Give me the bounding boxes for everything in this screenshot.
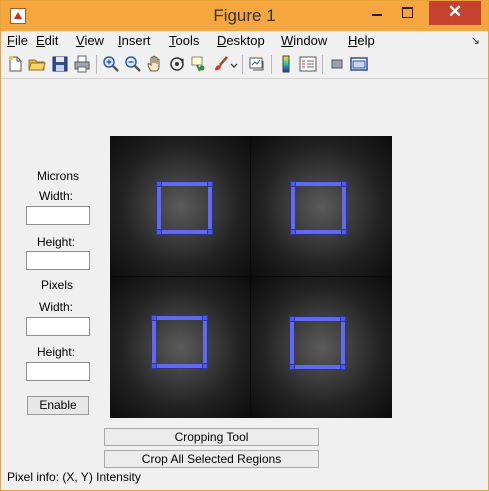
cropping-tool-button[interactable]: Cropping Tool — [104, 428, 319, 446]
menu-edit[interactable]: Edit — [36, 33, 58, 48]
menu-view[interactable]: View — [76, 33, 104, 48]
toolbar-separator — [322, 55, 323, 74]
zoom-out-icon[interactable] — [124, 55, 142, 73]
pixels-height-label: Height: — [37, 345, 76, 359]
roi-handle[interactable] — [289, 364, 295, 370]
minimize-button[interactable] — [363, 1, 391, 25]
roi-rectangle[interactable] — [289, 316, 346, 370]
new-figure-icon[interactable] — [6, 55, 24, 73]
menu-file[interactable]: File — [7, 33, 28, 48]
link-plot-icon[interactable] — [248, 55, 266, 73]
menu-bar: File Edit View Insert Tools Desktop Wind… — [1, 31, 488, 51]
colorbar-icon[interactable] — [277, 55, 295, 73]
roi-handle[interactable] — [207, 181, 213, 187]
roi-handle[interactable] — [156, 181, 162, 187]
show-plot-tools-icon[interactable] — [350, 55, 368, 73]
toolbar-separator — [96, 55, 97, 74]
microns-width-label: Width: — [39, 189, 74, 203]
toolbar-separator — [242, 55, 243, 74]
menu-tools[interactable]: Tools — [169, 33, 199, 48]
open-file-icon[interactable] — [28, 55, 46, 73]
brush-dropdown-icon[interactable] — [230, 55, 238, 73]
roi-handle[interactable] — [202, 363, 208, 369]
brush-icon[interactable] — [212, 55, 230, 73]
menu-help[interactable]: Help — [348, 33, 375, 48]
roi-handle[interactable] — [341, 181, 347, 187]
toolbar-separator — [271, 55, 272, 74]
roi-handle[interactable] — [202, 315, 208, 321]
menu-overflow-icon[interactable]: ↘ — [471, 34, 480, 47]
roi-handle[interactable] — [156, 229, 162, 235]
microns-height-field[interactable] — [26, 251, 90, 270]
microns-height-label: Height: — [37, 235, 76, 249]
pixels-height-field[interactable] — [26, 362, 90, 381]
quadrant-divider — [110, 276, 392, 277]
roi-handle[interactable] — [340, 316, 346, 322]
roi-handle[interactable] — [340, 364, 346, 370]
roi-handle[interactable] — [290, 229, 296, 235]
rotate-3d-icon[interactable] — [168, 55, 186, 73]
microns-label: Microns — [37, 169, 80, 183]
roi-handle[interactable] — [207, 229, 213, 235]
menu-insert[interactable]: Insert — [118, 33, 151, 48]
image-axes[interactable] — [110, 136, 392, 418]
roi-rectangle[interactable] — [290, 181, 347, 235]
microns-width-field[interactable] — [26, 206, 90, 225]
figure-toolbar — [1, 51, 488, 79]
roi-handle[interactable] — [151, 315, 157, 321]
close-button[interactable]: ✕ — [429, 1, 481, 25]
save-icon[interactable] — [51, 55, 69, 73]
pixel-info-status: Pixel info: (X, Y) Intensity — [7, 470, 141, 484]
pixels-width-label: Width: — [39, 300, 74, 314]
roi-rectangle[interactable] — [151, 315, 208, 369]
maximize-button[interactable] — [393, 1, 421, 25]
roi-handle[interactable] — [341, 229, 347, 235]
quadrant-divider — [250, 136, 251, 418]
roi-handle[interactable] — [290, 181, 296, 187]
legend-icon[interactable] — [299, 55, 317, 73]
data-cursor-icon[interactable] — [190, 55, 208, 73]
pixels-width-field[interactable] — [26, 317, 90, 336]
title-bar[interactable]: Figure 1 ✕ — [1, 1, 488, 31]
figure-canvas: Microns Width: Height: Pixels Width: Hei… — [1, 79, 488, 468]
pan-icon[interactable] — [146, 55, 164, 73]
zoom-in-icon[interactable] — [102, 55, 120, 73]
crop-all-selected-regions-button[interactable]: Crop All Selected Regions — [104, 450, 319, 468]
figure-window: Figure 1 ✕ File Edit View Insert Tools D… — [0, 0, 489, 491]
roi-handle[interactable] — [151, 363, 157, 369]
roi-handle[interactable] — [289, 316, 295, 322]
hide-plot-tools-icon[interactable] — [328, 55, 346, 73]
menu-desktop[interactable]: Desktop — [217, 33, 265, 48]
roi-rectangle[interactable] — [156, 181, 213, 235]
menu-window[interactable]: Window — [281, 33, 327, 48]
enable-button[interactable]: Enable — [27, 396, 89, 415]
print-icon[interactable] — [73, 55, 91, 73]
pixels-label: Pixels — [41, 278, 74, 292]
